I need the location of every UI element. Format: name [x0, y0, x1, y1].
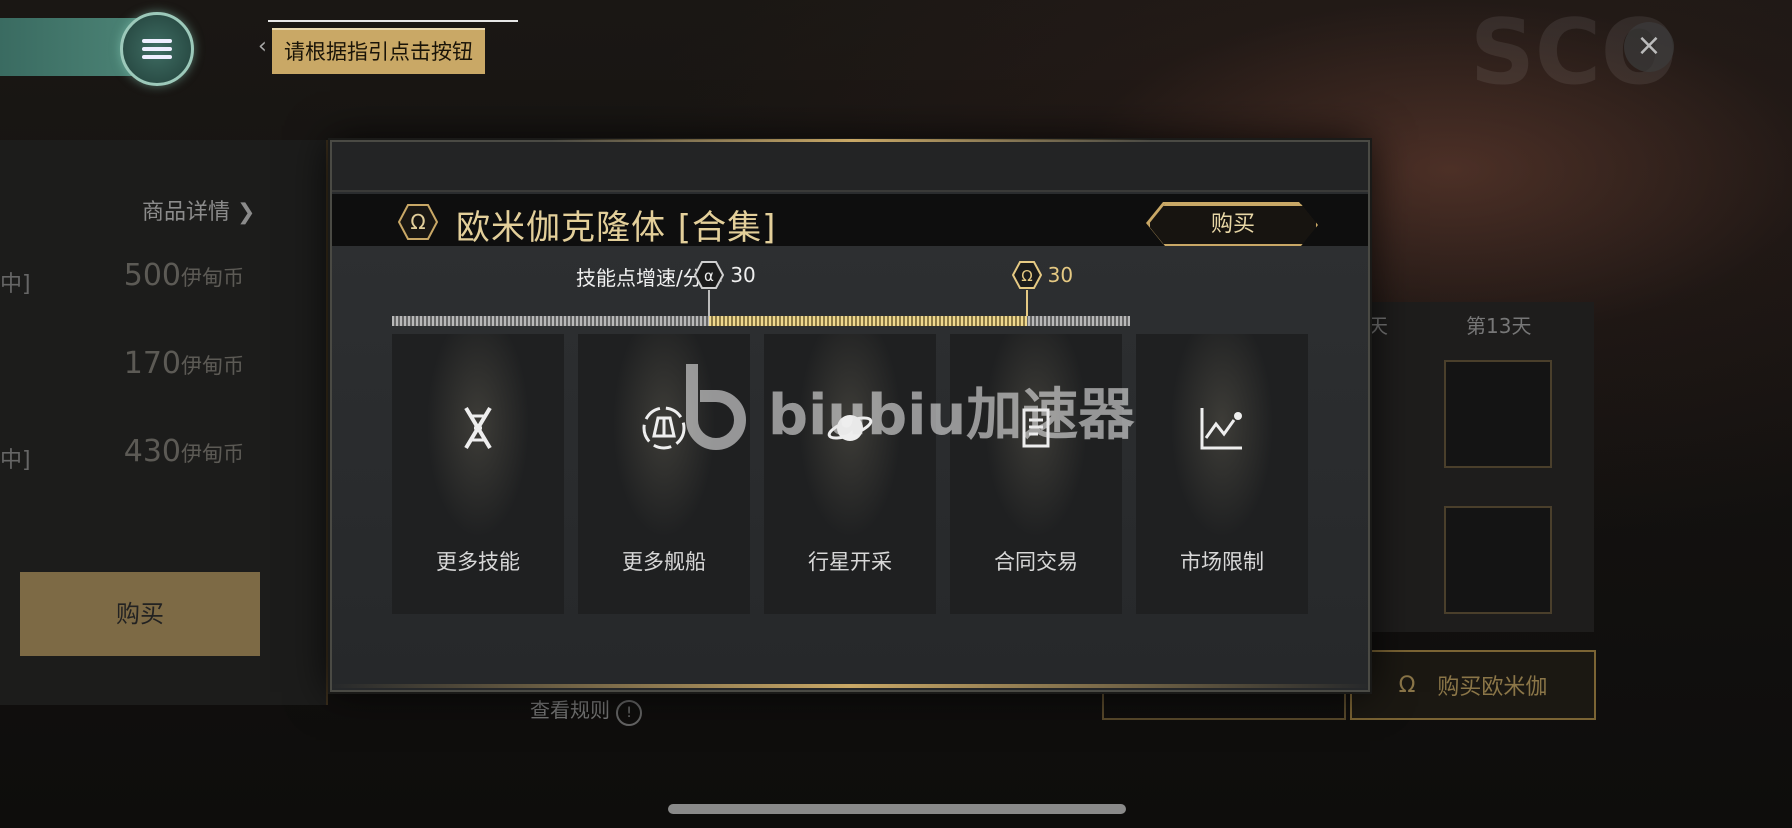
feature-card-label: 行星开采 [808, 550, 892, 574]
daily-reward-grid: 天 第13天 [1364, 302, 1594, 632]
svg-text:Ω: Ω [1021, 267, 1032, 285]
alpha-value: 30 [730, 263, 756, 287]
omega-value: 30 [1047, 263, 1074, 287]
feature-card-label: 合同交易 [994, 550, 1078, 574]
modal-title: 欧米伽克隆体 [合集] [456, 208, 777, 248]
modal-body: 技能点增速/分钟 α 30 Ω 30 更多技能 更多舰船 行星开采 合同交易 市… [332, 246, 1368, 690]
price-value: 170伊甸币 [123, 346, 244, 381]
buy-omega-button[interactable]: Ω 购买欧米伽 [1350, 650, 1596, 720]
alpha-marker: α 30 [694, 260, 756, 290]
feature-card-label: 市场限制 [1180, 550, 1264, 574]
guide-tooltip: 请根据指引点击按钮 [272, 28, 485, 74]
modal-bottom-accent [330, 684, 1370, 688]
modal-top-bar [332, 142, 1368, 192]
omega-badge-icon: Ω [398, 204, 438, 240]
back-chevron-icon[interactable]: ‹ [258, 34, 267, 59]
feature-card-market-limit[interactable]: 市场限制 [1136, 334, 1308, 614]
feature-card-ships[interactable]: 更多舰船 [578, 334, 750, 614]
feature-card-planet-mining[interactable]: 行星开采 [764, 334, 936, 614]
feature-card-label: 更多技能 [436, 550, 520, 574]
left-buy-button[interactable]: 购买 [20, 572, 260, 656]
view-rules-link[interactable]: 查看规则! [530, 694, 642, 726]
home-indicator[interactable] [668, 804, 1126, 814]
market-chart-icon [1200, 408, 1242, 450]
price-value: 430伊甸币 [123, 434, 244, 469]
omega-icon: Ω [1398, 672, 1416, 698]
svg-text:α: α [704, 267, 714, 285]
guide-divider [268, 20, 518, 22]
close-icon: × [1636, 28, 1662, 63]
svg-text:Ω: Ω [410, 210, 425, 234]
contract-icon [1022, 408, 1050, 448]
buy-button[interactable]: 购买 [1148, 204, 1318, 246]
buy-omega-label: 购买欧米伽 [1437, 675, 1548, 700]
info-icon: ! [616, 700, 642, 726]
feature-card-contract-trade[interactable]: 合同交易 [950, 334, 1122, 614]
price-row-label: 中] [0, 448, 31, 473]
reward-slot[interactable] [1444, 506, 1552, 614]
price-row-label: 中] [0, 272, 31, 297]
price-row: 中] 500伊甸币 [0, 248, 260, 310]
omega-marker: Ω 30 [1011, 260, 1074, 290]
price-value: 500伊甸币 [123, 258, 244, 293]
dna-icon [464, 406, 492, 450]
day-label: 第13天 [1466, 314, 1532, 338]
price-row: 170伊甸币 [0, 336, 260, 398]
product-detail-link[interactable]: 商品详情 ❯ [142, 194, 255, 226]
price-row: 中] 430伊甸币 [0, 424, 260, 486]
day-label: 天 [1368, 314, 1388, 338]
left-shop-panel: 商品详情 ❯ 中] 500伊甸币 170伊甸币 中] 430伊甸币 购买 [0, 140, 328, 705]
close-button[interactable]: × [1624, 22, 1674, 72]
feature-card-skills[interactable]: 更多技能 [392, 334, 564, 614]
reward-slot[interactable] [1444, 360, 1552, 468]
feature-card-label: 更多舰船 [622, 550, 706, 574]
modal-header: Ω 欧米伽克隆体 [合集] 购买 [332, 194, 1368, 248]
planet-icon [827, 415, 873, 441]
alpha-icon: α [694, 261, 725, 289]
ship-icon [642, 406, 686, 450]
menu-icon [142, 35, 172, 63]
omega-icon: Ω [1011, 261, 1042, 289]
omega-bonus-fill [709, 316, 1027, 326]
menu-button[interactable] [120, 12, 194, 86]
omega-clone-dialog: Ω 欧米伽克隆体 [合集] 购买 技能点增速/分钟 α 30 Ω 30 更多技能… [330, 139, 1370, 692]
